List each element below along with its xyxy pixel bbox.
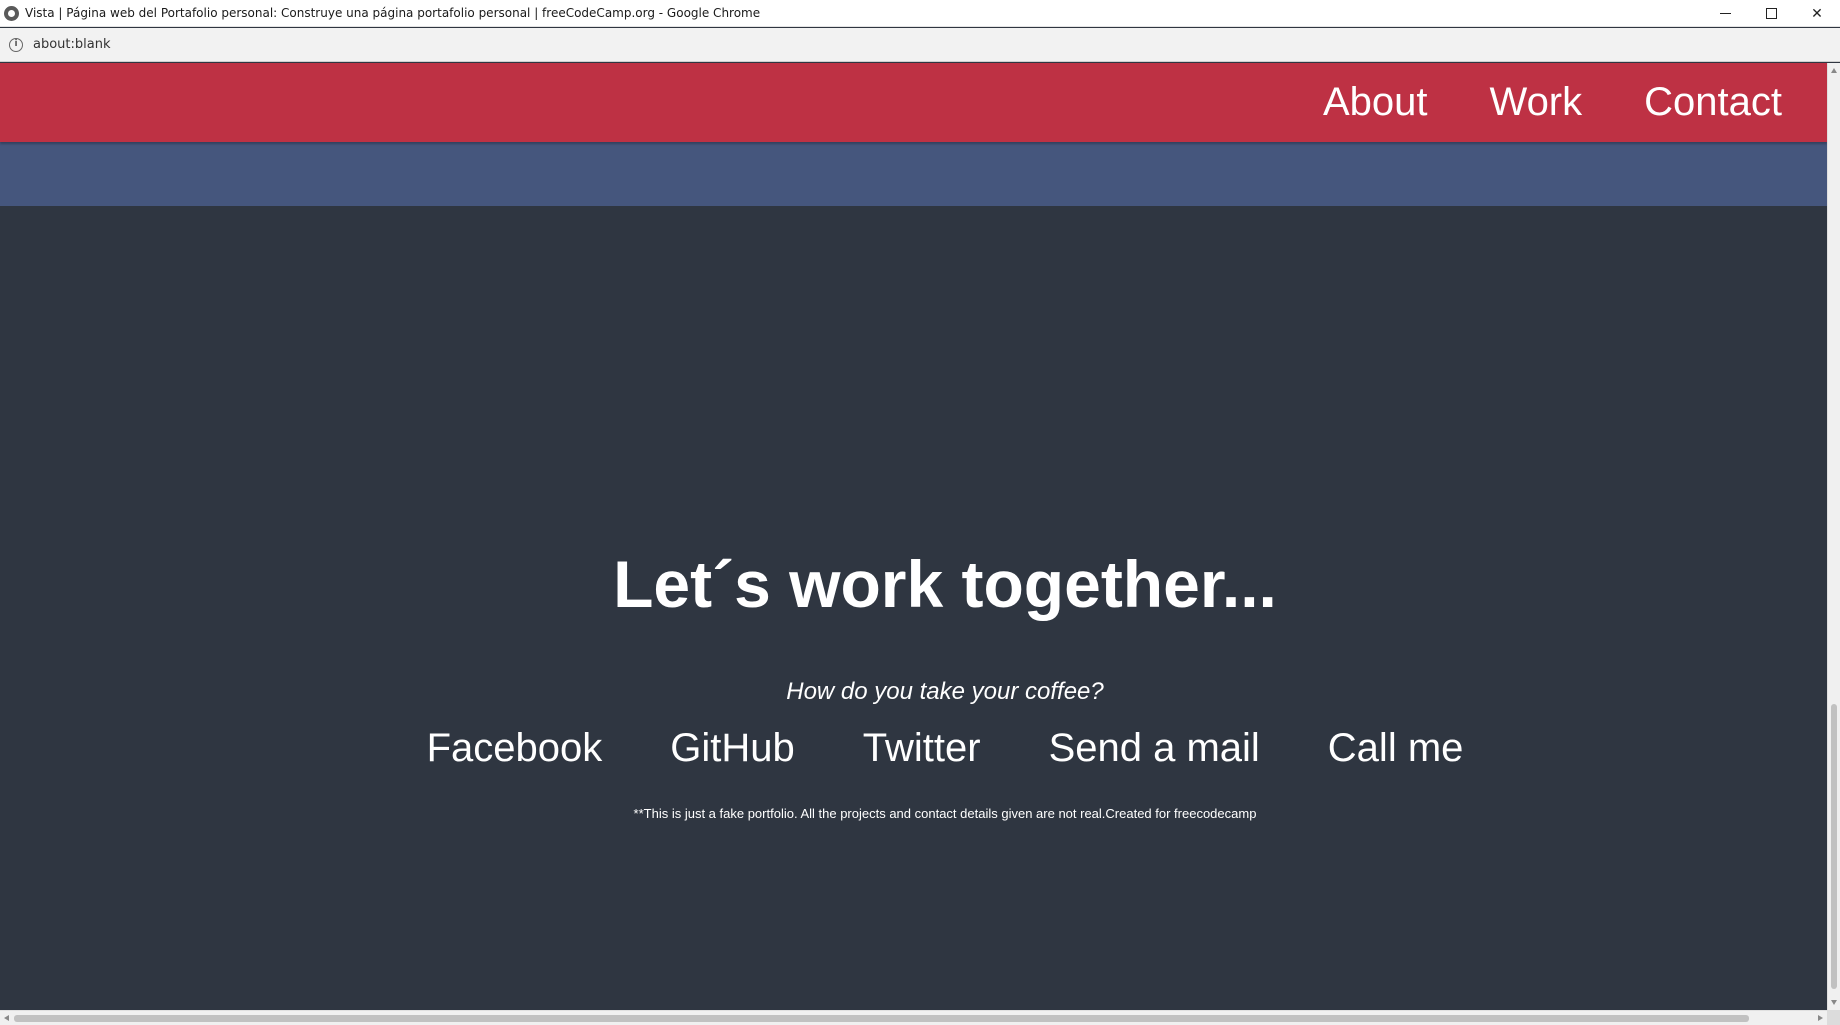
address-bar[interactable]: i about:blank: [0, 28, 1840, 62]
nav-links: About Work Contact: [1292, 63, 1827, 142]
contact-heading: Let´s work together...: [613, 547, 1277, 621]
projects-section-edge: [0, 142, 1827, 206]
vertical-scroll-thumb[interactable]: [1831, 704, 1837, 989]
minimize-button[interactable]: [1702, 0, 1748, 27]
nav-link-about[interactable]: About: [1292, 80, 1459, 125]
navbar: About Work Contact: [0, 63, 1827, 142]
contact-link-twitter[interactable]: Twitter: [829, 726, 1015, 771]
info-icon[interactable]: i: [9, 37, 23, 52]
nav-link-work[interactable]: Work: [1459, 80, 1614, 125]
chrome-app-icon: [4, 5, 19, 21]
window-titlebar: Vista | Página web del Portafolio person…: [0, 0, 1840, 27]
window-title: Vista | Página web del Portafolio person…: [25, 6, 761, 20]
scroll-right-icon[interactable]: [1818, 1015, 1823, 1021]
close-button[interactable]: ✕: [1794, 0, 1840, 27]
horizontal-scroll-thumb[interactable]: [14, 1015, 1749, 1022]
vertical-scrollbar[interactable]: [1827, 63, 1840, 1010]
window-controls: ✕: [1702, 0, 1840, 27]
disclaimer-text: **This is just a fake portfolio. All the…: [633, 806, 1257, 821]
minimize-icon: [1719, 13, 1731, 14]
horizontal-scrollbar[interactable]: [0, 1010, 1827, 1025]
maximize-button[interactable]: [1748, 0, 1794, 27]
contact-subheading: How do you take your coffee?: [786, 678, 1104, 705]
close-icon: ✕: [1811, 5, 1823, 22]
scrollbar-corner: [1827, 1010, 1840, 1025]
scroll-up-icon[interactable]: [1831, 68, 1837, 73]
scroll-down-icon[interactable]: [1831, 1000, 1837, 1005]
scroll-left-icon[interactable]: [4, 1015, 9, 1021]
contact-link-github[interactable]: GitHub: [636, 726, 829, 771]
contact-links: Facebook GitHub Twitter Send a mail Call…: [0, 726, 1827, 771]
nav-link-contact[interactable]: Contact: [1613, 80, 1813, 125]
contact-section: Let´s work together... How do you take y…: [0, 206, 1827, 1010]
page-viewport: About Work Contact Let´s work together..…: [0, 63, 1827, 1010]
contact-link-call[interactable]: Call me: [1294, 726, 1498, 771]
url-text[interactable]: about:blank: [33, 37, 111, 52]
maximize-icon: [1765, 8, 1777, 19]
contact-link-mail[interactable]: Send a mail: [1015, 726, 1294, 771]
contact-link-facebook[interactable]: Facebook: [393, 726, 637, 771]
